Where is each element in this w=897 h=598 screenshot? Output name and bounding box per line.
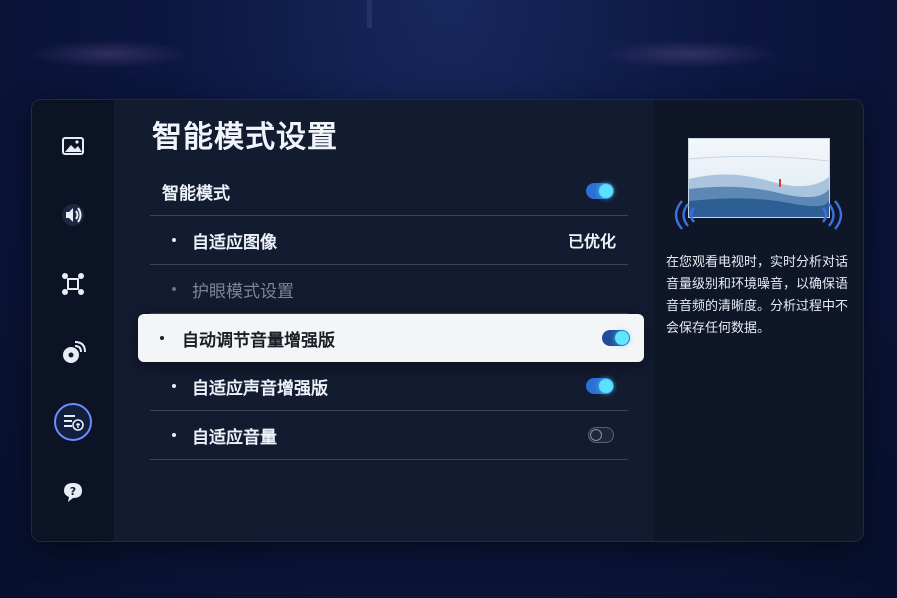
setting-value: 已优化	[567, 232, 616, 251]
setting-adaptive-picture[interactable]: 自适应图像 已优化	[150, 216, 628, 265]
settings-list: 智能模式设置 智能模式 自适应图像 已优化 护眼模式设置 自动调节音量增强版 自…	[130, 100, 654, 541]
setting-label: 自适应图像	[192, 232, 277, 253]
background-glow-right	[600, 40, 780, 68]
setting-label: 自适应音量	[192, 427, 277, 448]
setting-label: 护眼模式设置	[192, 281, 294, 302]
svg-text:?: ?	[70, 485, 76, 498]
setting-label: 自动调节音量增强版	[182, 330, 335, 351]
sidebar: ?	[32, 100, 114, 541]
page-title: 智能模式设置	[152, 120, 338, 155]
background-glow-left	[30, 40, 190, 68]
toggle-knob	[590, 429, 602, 441]
adaptive-volume-toggle[interactable]	[588, 427, 614, 443]
smart-mode-toggle[interactable]	[586, 183, 614, 199]
info-panel: 在您观看电视时，实时分析对话音量级别和环境噪音，以确保语音音频的清晰度。分析过程…	[654, 100, 863, 541]
broadcast-icon[interactable]	[53, 333, 93, 373]
setting-auto-volume-boost[interactable]: 自动调节音量增强版	[138, 314, 644, 362]
auto-volume-boost-toggle[interactable]	[602, 330, 630, 346]
picture-icon[interactable]	[53, 126, 93, 166]
toggle-knob	[599, 184, 613, 198]
setting-adaptive-volume[interactable]: 自适应音量	[150, 411, 628, 460]
settings-panel: ? 智能模式设置 智能模式 自适应图像 已优化 护眼模式设置 自动调节音量增强版…	[31, 99, 864, 542]
bullet-icon	[160, 336, 164, 340]
setting-eye-comfort: 护眼模式设置	[150, 265, 628, 314]
bullet-icon	[172, 287, 176, 291]
accessibility-list-icon[interactable]	[54, 403, 92, 441]
toggle-knob	[599, 379, 613, 393]
sound-icon[interactable]	[53, 195, 93, 235]
setting-label: 智能模式	[162, 183, 230, 204]
connection-icon[interactable]	[53, 264, 93, 304]
setting-adaptive-sound[interactable]: 自适应声音增强版	[150, 362, 628, 411]
bullet-icon	[172, 238, 176, 242]
adaptive-sound-toggle[interactable]	[586, 378, 614, 394]
bullet-icon	[172, 433, 176, 437]
feature-description: 在您观看电视时，实时分析对话音量级别和环境噪音，以确保语音音频的清晰度。分析过程…	[666, 255, 849, 336]
bullet-icon	[172, 384, 176, 388]
support-icon[interactable]: ?	[53, 472, 93, 512]
speaker-wave-right-icon	[822, 200, 843, 230]
setting-smart-mode[interactable]: 智能模式	[150, 167, 628, 216]
toggle-knob	[615, 331, 629, 345]
setting-label: 自适应声音增强版	[192, 378, 328, 399]
background-line	[367, 0, 372, 28]
speaker-wave-left-icon	[674, 200, 695, 230]
